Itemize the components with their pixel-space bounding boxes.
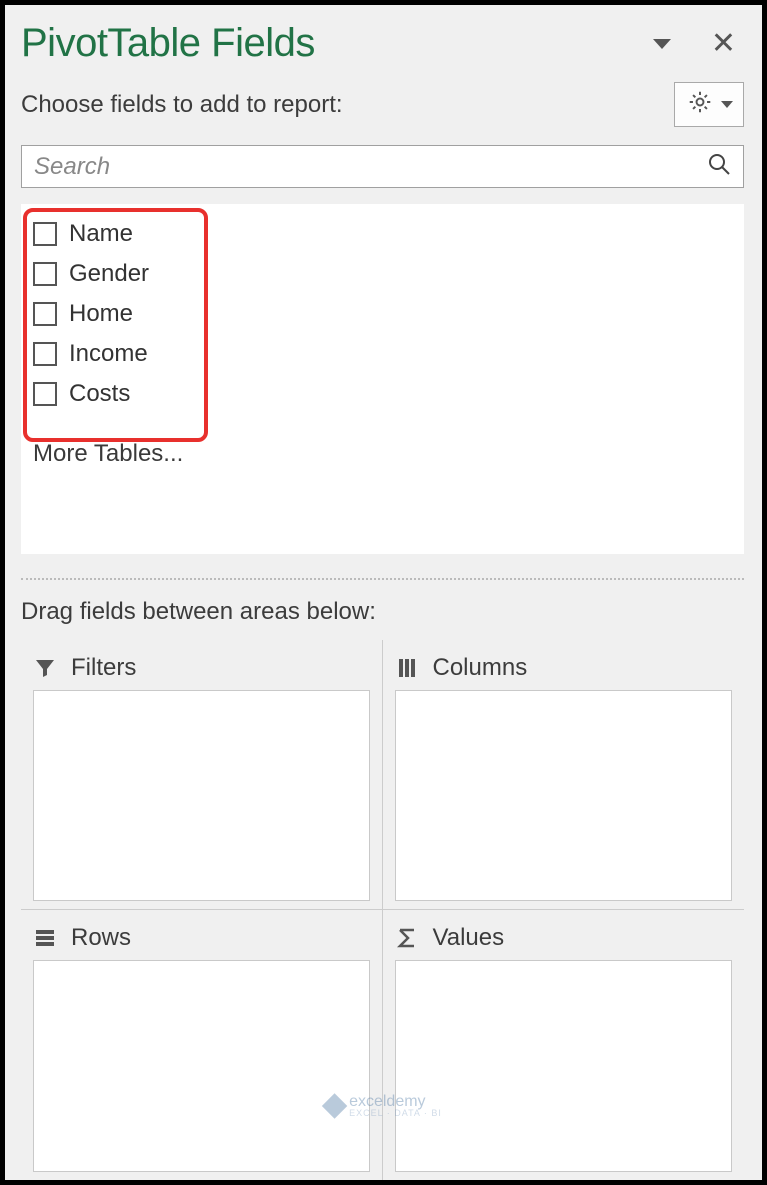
values-label: Values bbox=[433, 924, 505, 952]
field-item-costs[interactable]: Costs bbox=[29, 374, 734, 414]
checkbox[interactable] bbox=[33, 222, 57, 246]
gear-icon bbox=[687, 89, 713, 120]
areas-grid: Filters Columns bbox=[21, 640, 744, 1180]
field-label: Gender bbox=[69, 260, 149, 288]
settings-button[interactable] bbox=[674, 82, 744, 127]
columns-icon bbox=[395, 656, 419, 680]
columns-area: Columns bbox=[383, 640, 745, 910]
field-item-gender[interactable]: Gender bbox=[29, 254, 734, 294]
rows-label: Rows bbox=[71, 924, 131, 952]
values-dropzone[interactable] bbox=[395, 960, 733, 1172]
field-label: Costs bbox=[69, 380, 130, 408]
panel-title: PivotTable Fields bbox=[21, 21, 315, 66]
field-label: Home bbox=[69, 300, 133, 328]
sigma-icon bbox=[395, 926, 419, 950]
divider bbox=[21, 578, 744, 580]
search-input[interactable] bbox=[34, 153, 707, 181]
rows-icon bbox=[33, 926, 57, 950]
choose-fields-label: Choose fields to add to report: bbox=[21, 91, 343, 119]
drag-instruction-label: Drag fields between areas below: bbox=[21, 590, 746, 640]
columns-dropzone[interactable] bbox=[395, 690, 733, 901]
checkbox[interactable] bbox=[33, 342, 57, 366]
values-area: Values bbox=[383, 910, 745, 1180]
checkbox[interactable] bbox=[33, 302, 57, 326]
close-icon[interactable]: ✕ bbox=[711, 29, 736, 59]
filters-dropzone[interactable] bbox=[33, 690, 370, 901]
field-label: Income bbox=[69, 340, 148, 368]
field-item-income[interactable]: Income bbox=[29, 334, 734, 374]
rows-dropzone[interactable] bbox=[33, 960, 370, 1172]
field-item-home[interactable]: Home bbox=[29, 294, 734, 334]
field-item-name[interactable]: Name bbox=[29, 214, 734, 254]
checkbox[interactable] bbox=[33, 262, 57, 286]
pivottable-fields-panel: PivotTable Fields ✕ Choose fields to add… bbox=[5, 5, 762, 1180]
search-box[interactable] bbox=[21, 145, 744, 188]
checkbox[interactable] bbox=[33, 382, 57, 406]
filters-label: Filters bbox=[71, 654, 136, 682]
rows-area: Rows bbox=[21, 910, 383, 1180]
fields-list: Name Gender Home Income Costs More Table… bbox=[21, 204, 744, 554]
field-label: Name bbox=[69, 220, 133, 248]
filter-icon bbox=[33, 656, 57, 680]
panel-dropdown-icon[interactable] bbox=[653, 39, 671, 49]
columns-label: Columns bbox=[433, 654, 528, 682]
search-icon bbox=[707, 152, 731, 181]
chevron-down-icon bbox=[721, 101, 733, 108]
more-tables-link[interactable]: More Tables... bbox=[29, 414, 734, 472]
panel-header: PivotTable Fields ✕ bbox=[21, 15, 746, 80]
filters-area: Filters bbox=[21, 640, 383, 910]
